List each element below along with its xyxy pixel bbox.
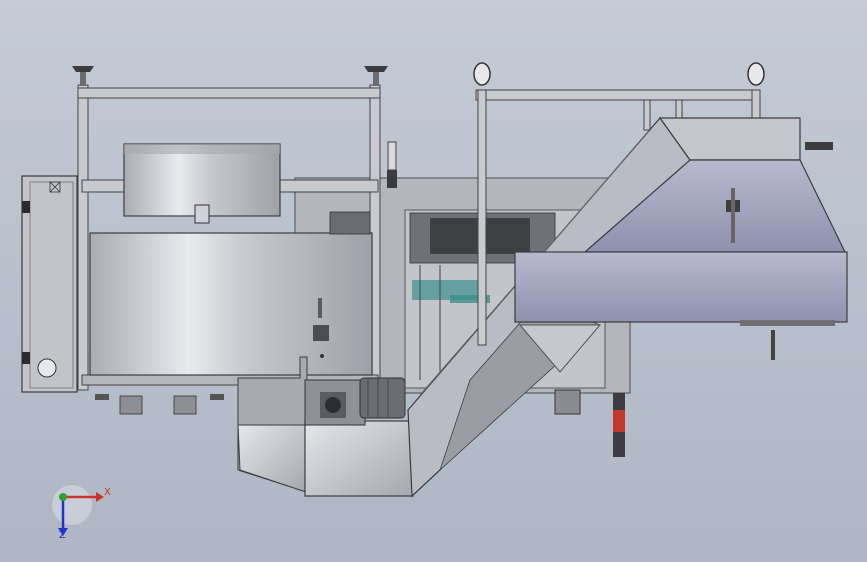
machine-assembly-model[interactable]	[0, 0, 867, 562]
side-panel[interactable]	[89, 204, 373, 376]
axis-triad	[52, 485, 104, 536]
machine-feet	[95, 394, 224, 415]
x-axis-arrowhead	[96, 492, 104, 502]
electrical-cabinet[interactable]	[21, 175, 78, 393]
frame-sensor	[387, 141, 397, 188]
y-axis-origin	[59, 493, 67, 501]
gear-motor[interactable]	[304, 377, 406, 426]
x-axis-label: X	[104, 487, 111, 498]
cad-viewport[interactable]: X Z	[0, 0, 867, 562]
z-axis-label: Z	[59, 530, 66, 541]
